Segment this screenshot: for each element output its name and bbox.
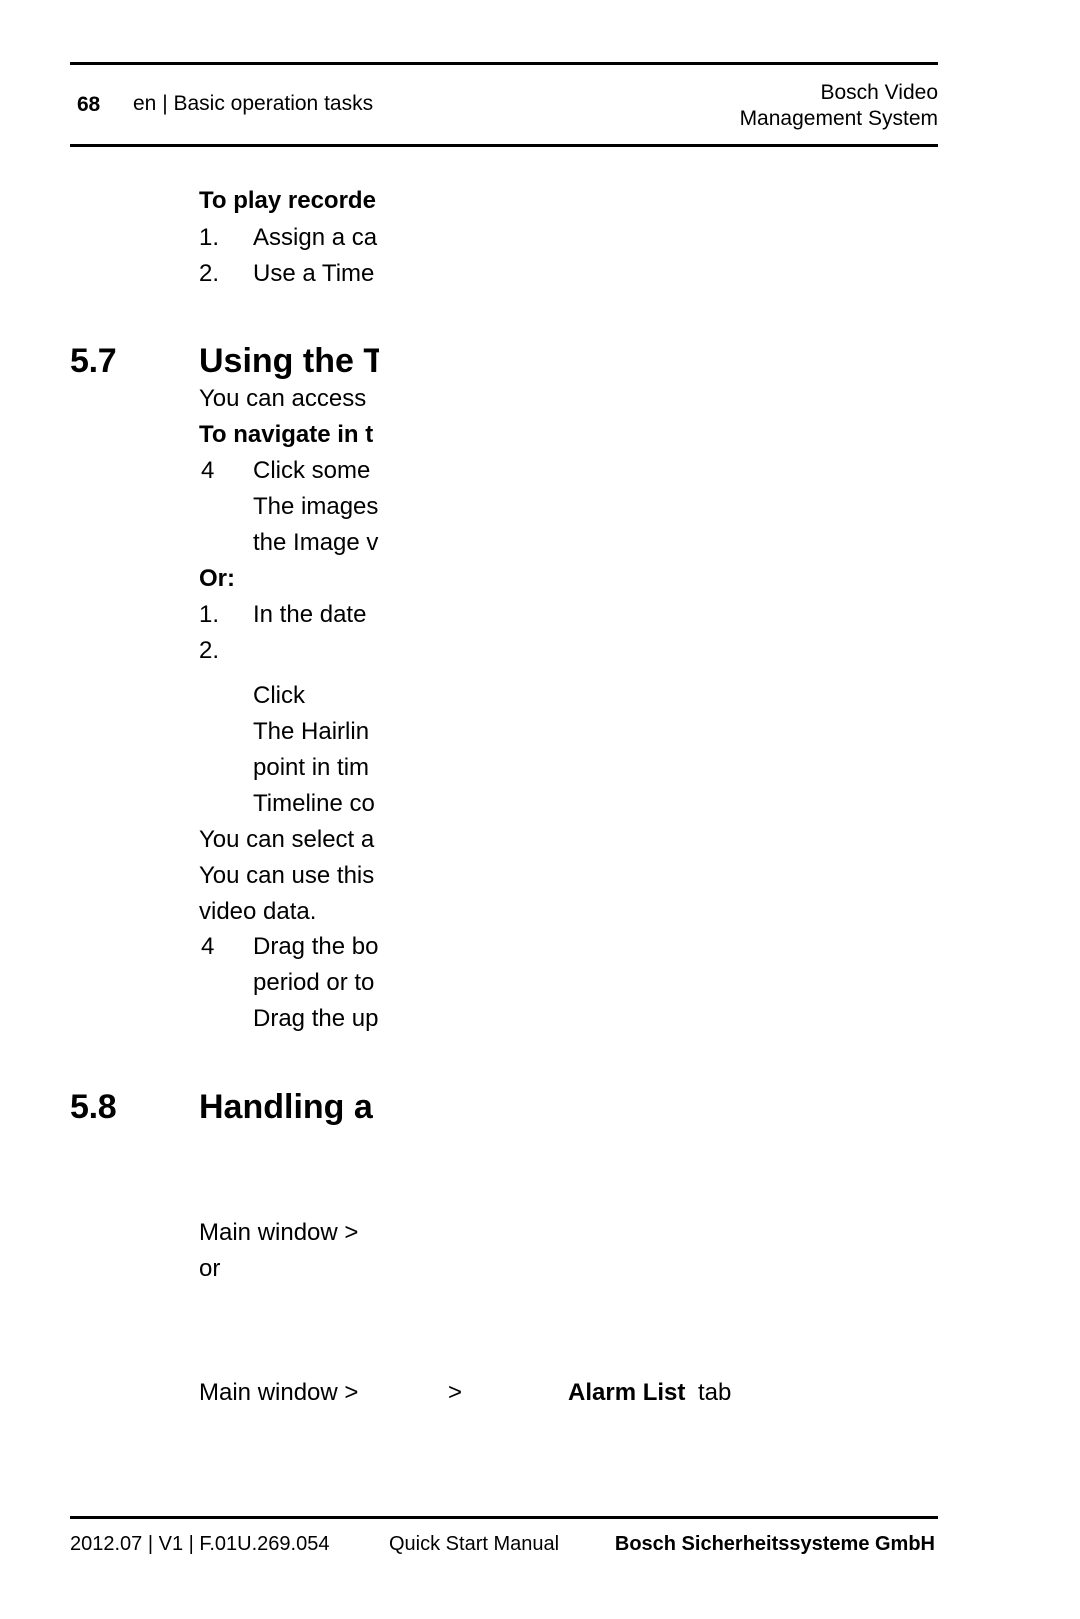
or-list-marker-1: 1. <box>199 601 220 628</box>
or-list-item-date: In the date <box>253 601 367 628</box>
bullet-a-text: Click some <box>253 457 371 484</box>
procedure-heading-play-recorded: To play recorde <box>199 187 376 214</box>
menu-path-2-tab-suffix: tab <box>698 1379 732 1406</box>
manual-page: 68 en | Basic operation tasks Bosch Vide… <box>0 0 1080 1619</box>
or-step-2-line-1: Click <box>253 682 305 709</box>
paragraph-use-line-1: You can use this <box>199 862 375 889</box>
menu-path-2-tab-name: Alarm List <box>568 1379 686 1406</box>
or-connector: or <box>199 1255 221 1282</box>
bullet-b-continuation-2: Drag the up <box>253 1005 379 1032</box>
footer-document-id: 2012.07 | V1 | F.01U.269.054 <box>70 1533 330 1555</box>
menu-path-2-prefix: Main window > <box>199 1379 359 1406</box>
paragraph-use-line-2: video data. <box>199 898 317 925</box>
list-marker-2: 2. <box>199 260 220 287</box>
section-title-5-8: Handling a <box>199 1088 373 1126</box>
footer-company: Bosch Sicherheitssysteme GmbH <box>614 1533 935 1555</box>
paragraph-select: You can select a <box>199 826 375 853</box>
product-title-line1: Bosch Video <box>820 81 938 104</box>
list-marker-1: 1. <box>199 224 220 251</box>
bullet-b-continuation-1: period or to <box>253 969 375 996</box>
product-title: Bosch Video Management System <box>740 80 938 132</box>
section-5-7-intro: You can access <box>199 385 367 412</box>
menu-path-1: Main window > <box>199 1219 359 1246</box>
bullet-marker-a: 4 <box>201 457 215 484</box>
list-item-use-timeline: Use a Time <box>253 260 375 287</box>
procedure-heading-navigate: To navigate in t <box>199 421 374 448</box>
menu-path-2-separator: > <box>448 1379 463 1406</box>
footer-rule <box>70 1516 938 1519</box>
bullet-a-continuation-1: The images <box>253 493 379 520</box>
or-list-marker-2: 2. <box>199 637 220 664</box>
section-title-5-7: Using the T <box>199 342 379 380</box>
footer-manual-type: Quick Start Manual <box>389 1533 560 1555</box>
list-item-assign-camera: Assign a ca <box>253 224 378 251</box>
bullet-a-continuation-2: the Image ᴠ <box>253 529 379 556</box>
or-label: Or: <box>199 565 235 592</box>
or-step-2-line-2: The Hairlin <box>253 718 370 745</box>
bullet-b-text: Drag the bo <box>253 933 379 960</box>
or-step-2-line-4: Timeline co <box>253 790 375 817</box>
or-step-2-line-3: point in tim <box>253 754 370 781</box>
product-title-line2: Management System <box>739 107 938 130</box>
bullet-marker-b: 4 <box>201 933 215 960</box>
section-number-5-7: 5.7 <box>70 342 117 380</box>
section-number-5-8: 5.8 <box>70 1088 117 1126</box>
